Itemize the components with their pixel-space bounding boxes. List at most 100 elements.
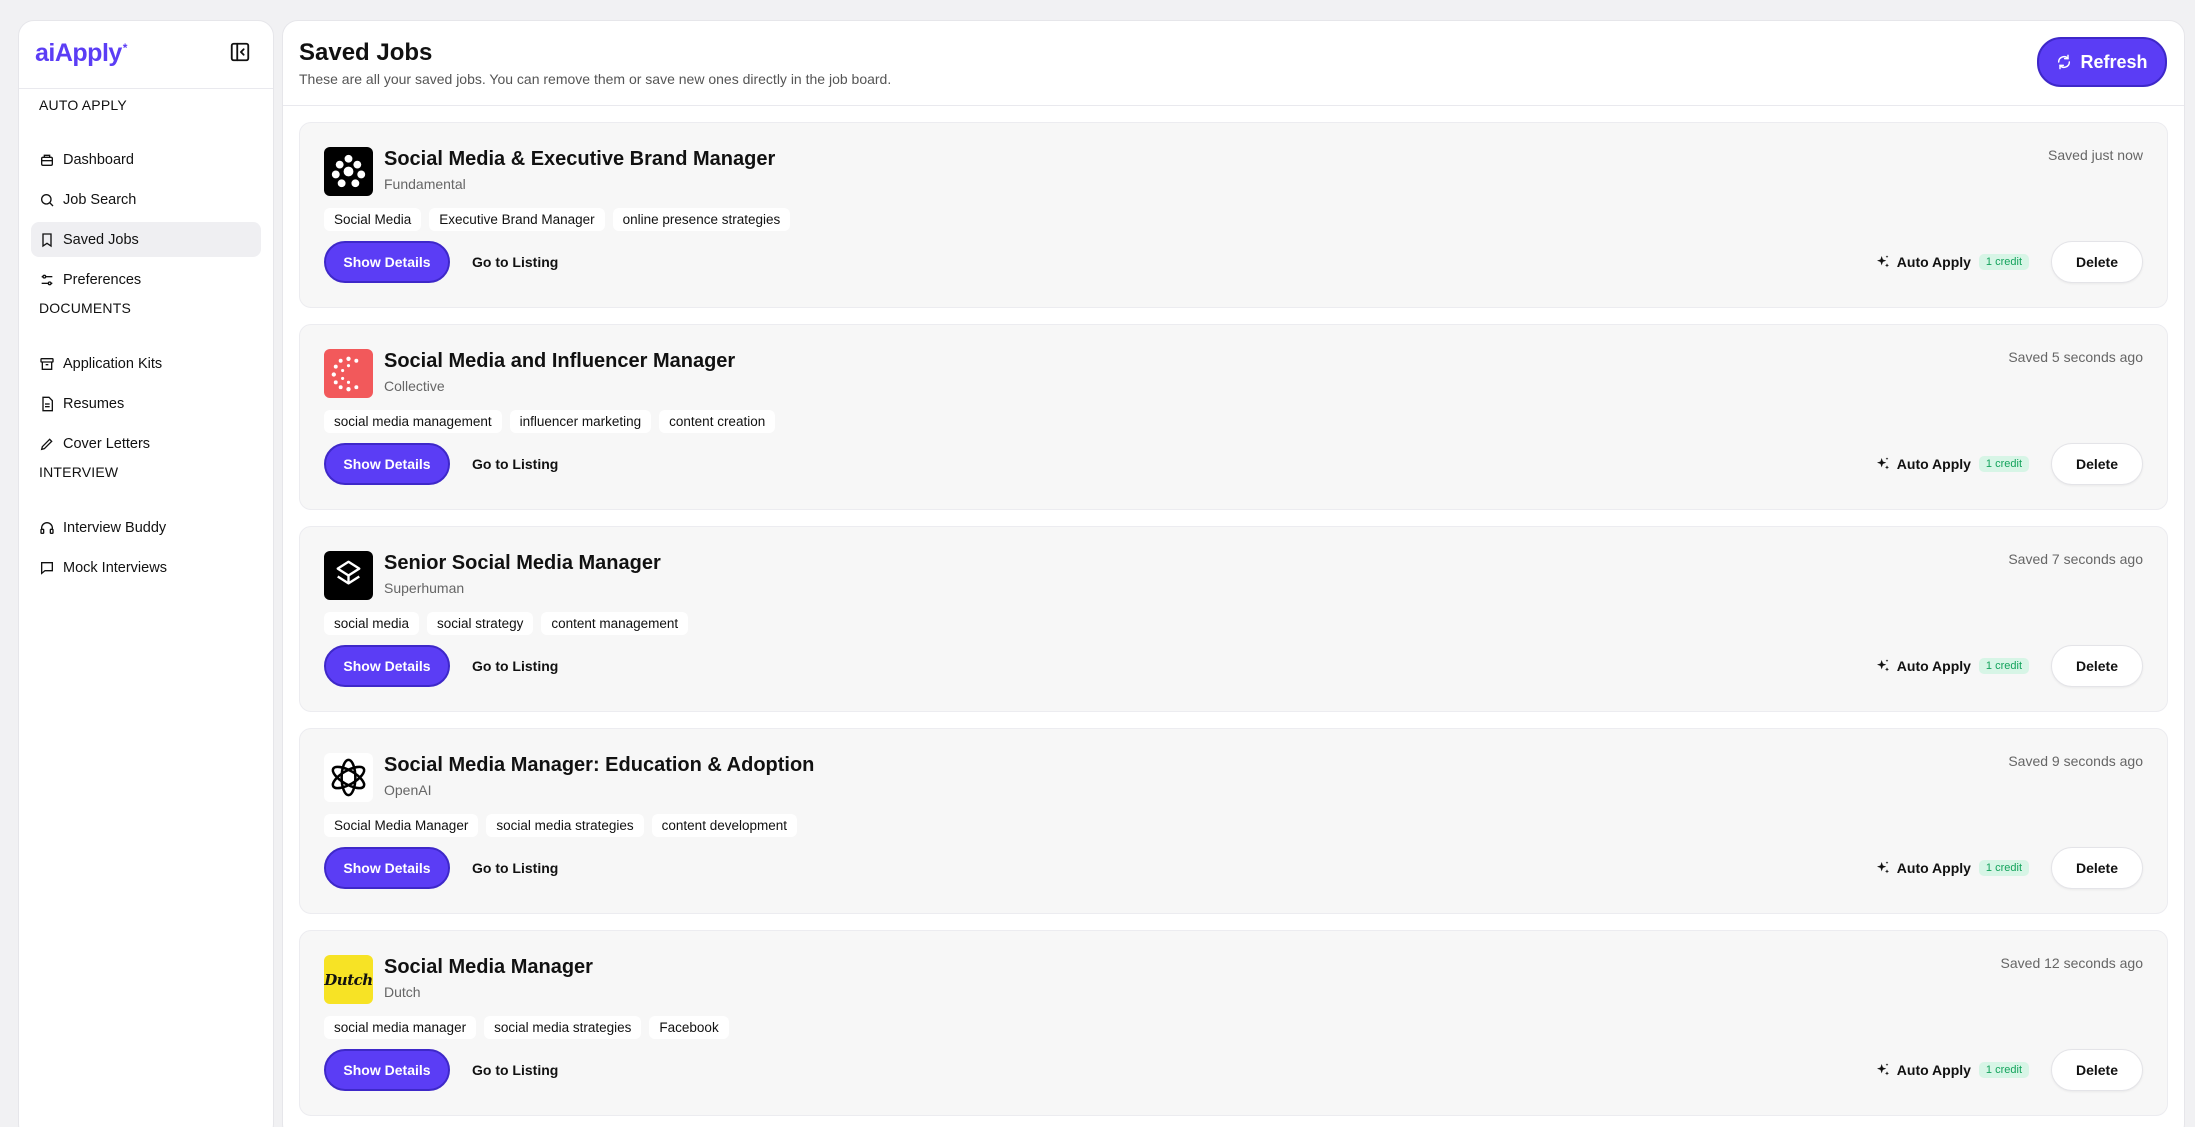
job-title: Social Media and Influencer Manager [384, 350, 736, 372]
search-icon [39, 192, 55, 208]
sidebar-section-interview: INTERVIEW [39, 464, 119, 480]
saved-time: Saved 9 seconds ago [2008, 753, 2143, 769]
delete-button[interactable]: Delete [2051, 1049, 2143, 1091]
tag: influencer marketing [509, 410, 652, 433]
credit-badge: 1 credit [1978, 860, 2029, 876]
collective-logo-icon [324, 349, 373, 398]
delete-button[interactable]: Delete [2051, 645, 2143, 687]
company-name: Dutch [384, 984, 421, 1000]
sidebar-item-label: Preferences [63, 271, 142, 288]
sparkle-icon [1875, 254, 1891, 270]
job-card: Social Media & Executive Brand Manager F… [299, 122, 2168, 308]
delete-button[interactable]: Delete [2051, 241, 2143, 283]
dashboard-icon [39, 152, 55, 168]
show-details-button[interactable]: Show Details [324, 847, 450, 889]
brand-logo[interactable]: aiApply* [35, 39, 127, 68]
show-details-button[interactable]: Show Details [324, 443, 450, 485]
credit-badge: 1 credit [1978, 456, 2029, 472]
sidebar-item-dashboard[interactable]: Dashboard [31, 142, 261, 177]
superhuman-logo-icon [324, 551, 373, 600]
tag: content management [541, 612, 689, 635]
company-name: Superhuman [384, 580, 465, 596]
sidebar-item-application-kits[interactable]: Application Kits [31, 346, 261, 381]
tag: Social Media Manager [324, 814, 479, 837]
job-title: Senior Social Media Manager [384, 552, 661, 574]
auto-apply-button[interactable]: Auto Apply 1 credit [1875, 1049, 2029, 1091]
sidebar-item-label: Saved Jobs [63, 231, 139, 248]
show-details-button[interactable]: Show Details [324, 1049, 450, 1091]
sidebar-divider [19, 88, 273, 89]
page-title: Saved Jobs [299, 39, 433, 66]
delete-button[interactable]: Delete [2051, 847, 2143, 889]
sparkle-icon [1875, 1062, 1891, 1078]
sidebar-item-job-search[interactable]: Job Search [31, 182, 261, 217]
sidebar-item-label: Resumes [63, 395, 125, 412]
go-to-listing-button[interactable]: Go to Listing [472, 645, 558, 687]
go-to-listing-button[interactable]: Go to Listing [472, 443, 558, 485]
tag: social media strategies [486, 814, 644, 837]
sidebar-item-saved-jobs[interactable]: Saved Jobs [31, 222, 261, 257]
tag: content creation [659, 410, 776, 433]
auto-apply-label: Auto Apply [1896, 658, 1971, 674]
auto-apply-label: Auto Apply [1896, 456, 1971, 472]
job-title: Social Media & Executive Brand Manager [384, 148, 776, 170]
document-icon [39, 396, 55, 412]
fundamental-logo-icon [324, 147, 373, 196]
company-name: OpenAI [384, 782, 432, 798]
tag: social media strategies [484, 1016, 642, 1039]
tag-list: Social Media Manager social media strate… [324, 814, 797, 837]
sidebar-item-label: Mock Interviews [63, 559, 167, 576]
app: aiApply* AUTO APPLY Dashboard Job Search… [0, 0, 2195, 1127]
sparkle-icon [1875, 658, 1891, 674]
tag: social strategy [427, 612, 534, 635]
refresh-button[interactable]: Refresh [2037, 37, 2167, 87]
credit-badge: 1 credit [1978, 658, 2029, 674]
sidebar: aiApply* AUTO APPLY Dashboard Job Search… [18, 20, 274, 1127]
sidebar-item-preferences[interactable]: Preferences [31, 262, 261, 297]
sidebar-item-label: Cover Letters [63, 435, 151, 452]
sidebar-section-documents: DOCUMENTS [39, 300, 132, 316]
show-details-button[interactable]: Show Details [324, 241, 450, 283]
page-subtitle: These are all your saved jobs. You can r… [299, 71, 892, 87]
sidebar-item-mock-interviews[interactable]: Mock Interviews [31, 550, 261, 585]
company-name: Collective [384, 378, 445, 394]
archive-icon [39, 356, 55, 372]
tag-list: Social Media Executive Brand Manager onl… [324, 208, 791, 231]
job-card: Social Media Manager: Education & Adopti… [299, 728, 2168, 914]
auto-apply-label: Auto Apply [1896, 254, 1971, 270]
job-card: Social Media and Influencer Manager Coll… [299, 324, 2168, 510]
saved-time: Saved 5 seconds ago [2008, 349, 2143, 365]
saved-time: Saved just now [2048, 147, 2143, 163]
chat-icon [39, 560, 55, 576]
show-details-button[interactable]: Show Details [324, 645, 450, 687]
tag: content development [651, 814, 797, 837]
auto-apply-button[interactable]: Auto Apply 1 credit [1875, 443, 2029, 485]
sidebar-item-cover-letters[interactable]: Cover Letters [31, 426, 261, 461]
auto-apply-button[interactable]: Auto Apply 1 credit [1875, 645, 2029, 687]
dutch-logo-icon: Dutch [324, 955, 373, 1004]
job-title: Social Media Manager [384, 956, 593, 978]
auto-apply-button[interactable]: Auto Apply 1 credit [1875, 241, 2029, 283]
sidebar-item-label: Interview Buddy [63, 519, 167, 536]
refresh-label: Refresh [2080, 51, 2148, 72]
collapse-sidebar-icon[interactable] [229, 41, 251, 63]
delete-button[interactable]: Delete [2051, 443, 2143, 485]
sidebar-item-label: Job Search [63, 191, 137, 208]
go-to-listing-button[interactable]: Go to Listing [472, 1049, 558, 1091]
main-panel: Saved Jobs These are all your saved jobs… [282, 20, 2185, 1127]
tag-list: social media management influencer marke… [324, 410, 776, 433]
tag-list: social media social strategy content man… [324, 612, 689, 635]
auto-apply-label: Auto Apply [1896, 1062, 1971, 1078]
sidebar-item-interview-buddy[interactable]: Interview Buddy [31, 510, 261, 545]
credit-badge: 1 credit [1978, 1062, 2029, 1078]
auto-apply-button[interactable]: Auto Apply 1 credit [1875, 847, 2029, 889]
sidebar-item-resumes[interactable]: Resumes [31, 386, 261, 421]
go-to-listing-button[interactable]: Go to Listing [472, 241, 558, 283]
go-to-listing-button[interactable]: Go to Listing [472, 847, 558, 889]
job-card: Dutch Social Media Manager Dutch Saved 1… [299, 930, 2168, 1116]
tag: social media management [324, 410, 502, 433]
bookmark-icon [39, 232, 55, 248]
sparkle-icon [1875, 456, 1891, 472]
job-card: Senior Social Media Manager Superhuman S… [299, 526, 2168, 712]
tag: social media [324, 612, 420, 635]
